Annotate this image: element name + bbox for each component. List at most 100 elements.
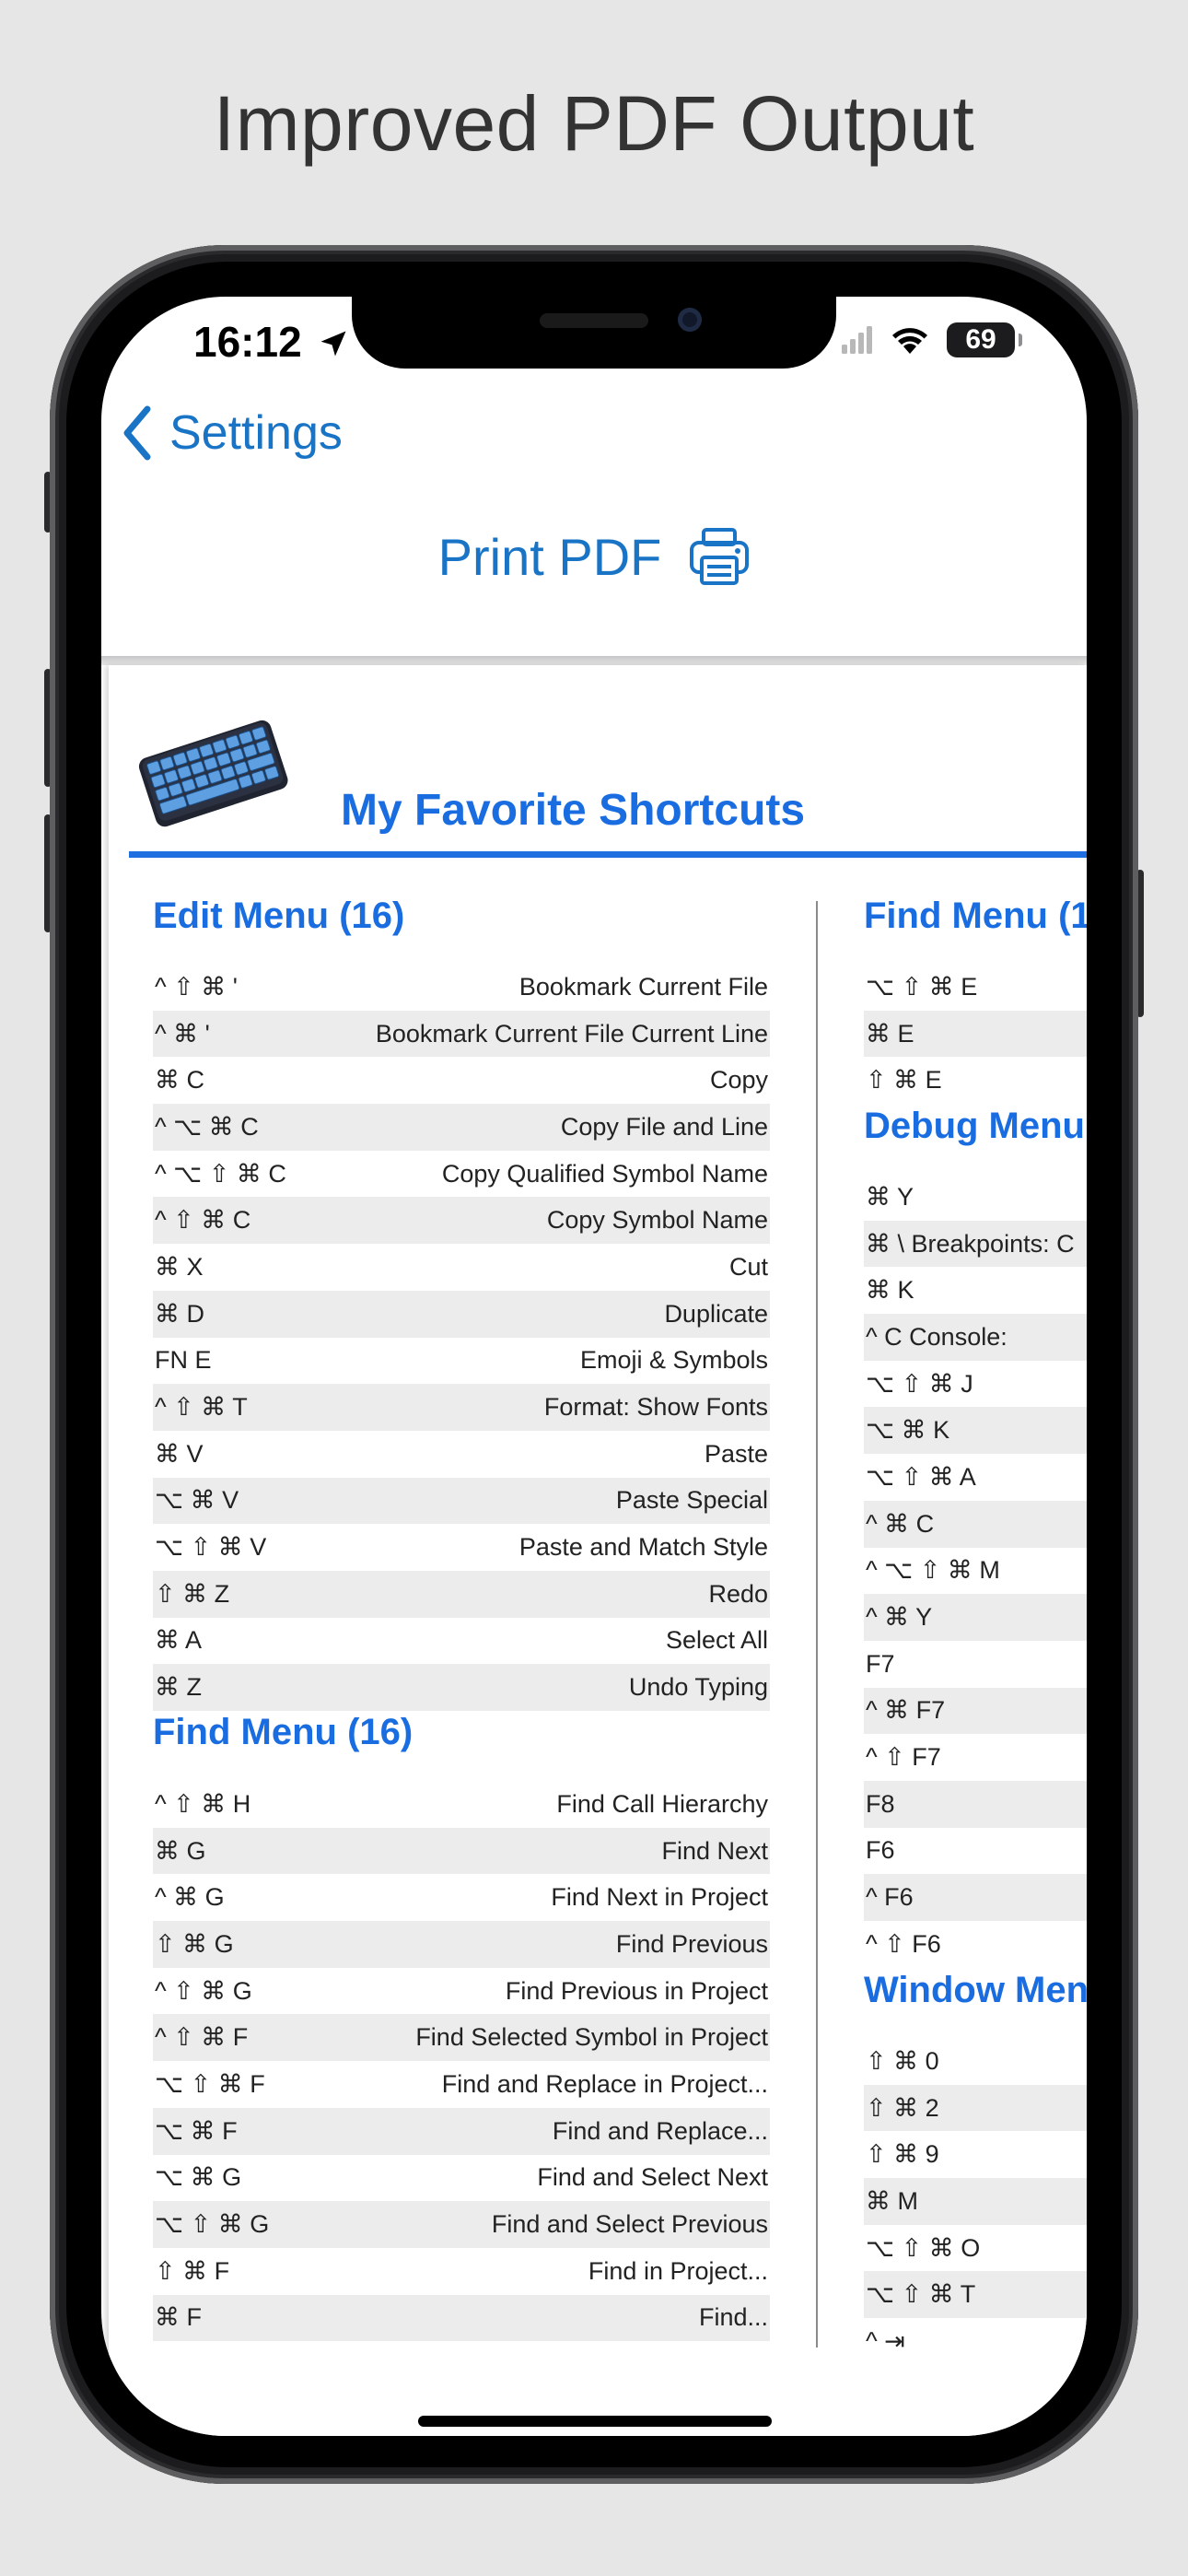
shortcut-row: ⌘ A Select All [153,1618,770,1665]
shortcut-keys: ⌥ ⇧ ⌘ A [866,1462,976,1491]
shortcut-row: ⌥ ⇧ ⌘ G Find and Select Previous [153,2201,770,2248]
shortcut-keys: ⇧ ⌘ 2 [866,2093,939,2122]
shortcut-row: ⌥ ⇧ ⌘ A [864,1454,1087,1501]
battery-indicator: 69 [947,322,1022,357]
shortcut-keys: ^ ⇧ F6 [866,1929,941,1958]
edit-menu-heading: Edit Menu (16) [153,896,405,936]
shortcut-keys: ^ ⇥ [866,2326,905,2355]
shortcut-description: Cut [728,1252,768,1281]
shortcut-keys: ⌥ ⇧ ⌘ O [866,2233,981,2262]
wifi-icon [892,328,927,354]
edit-menu-table: ^ ⇧ ⌘ ' Bookmark Current File ^ ⌘ ' Bookmar… [153,964,770,1711]
shortcut-description: Paste and Match Style [518,1533,768,1562]
shortcut-keys: ^ C Console: [866,1322,1007,1351]
shortcut-description: Copy File and Line [560,1112,768,1141]
find-menu-heading: Find Menu (16) [153,1712,413,1752]
shortcut-row: ^ ⌘ F7 [864,1687,1087,1735]
shortcut-description: Find Call Hierarchy [556,1789,768,1818]
signal-bars-icon [842,326,872,354]
shortcut-row: F7 [864,1641,1087,1688]
shortcut-keys: ^ ⇧ F7 [866,1743,941,1772]
shortcut-row: ⌥ ⇧ ⌘ O [864,2225,1087,2272]
status-time-text: 16:12 [193,318,302,366]
find-menu-table: ^ ⇧ ⌘ H Find Call Hierarchy ⌘ G Find Next ^ … [153,1781,770,2342]
shortcut-keys: ⌥ ⇧ ⌘ G [155,2210,270,2239]
battery-level: 69 [965,324,996,355]
shortcut-keys: ⌥ ⇧ ⌘ J [866,1369,973,1398]
shortcut-row: ^ ⌘ Y [864,1594,1087,1641]
pdf-preview[interactable]: My Favorite Shortcuts Edit Menu (16) ^ ⇧… [109,665,1087,2436]
shortcut-row: ^ ⇥ [864,2318,1087,2365]
shortcut-keys: ^ ⇧ ⌘ T [155,1393,248,1422]
home-indicator[interactable] [418,2416,772,2427]
shortcut-keys: ⇧ ⌘ 9 [866,2140,939,2169]
shortcut-description: Find and Replace... [552,2116,768,2145]
debug-menu-table: ⌘ Y ⌘ \ Breakpoints: C ⌘ K ^ C Console: ⌥ ⇧ … [864,1174,1087,1968]
shortcut-row: ^ ⇧ F6 [864,1921,1087,1968]
shortcut-description: Undo Typing [628,1673,768,1702]
shortcut-description: Find Next [661,1836,768,1865]
shortcut-description: Duplicate [664,1299,768,1328]
shortcut-row: ⌥ ⌘ G Find and Select Next [153,2155,770,2202]
shortcut-row: ⌥ ⌘ V Paste Special [153,1477,770,1525]
shortcut-row: ^ ⌥ ⇧ ⌘ C Copy Qualified Symbol Name [153,1151,770,1198]
shortcut-keys: F8 [866,1789,895,1818]
chevron-left-icon [123,405,151,461]
find-menu-heading-col2: Find Menu (1 [864,896,1087,936]
shortcut-row: ^ ⌥ ⌘ C Copy File and Line [153,1104,770,1151]
shortcut-row: ^ ⇧ ⌘ T Format: Show Fonts [153,1384,770,1431]
shortcut-row: ⇧ ⌘ F Find in Project... [153,2248,770,2295]
shortcut-description: Find... [698,2303,768,2332]
window-menu-table: ⇧ ⌘ 0 ⇧ ⌘ 2 ⇧ ⌘ 9 ⌘ M ⌥ ⇧ ⌘ O ⌥ ⇧ ⌘ T ^ ⇥ [864,2038,1087,2365]
shortcut-row: ^ ⇧ ⌘ H Find Call Hierarchy [153,1781,770,1828]
back-button[interactable]: Settings [122,405,343,461]
shortcut-keys: ^ ⇧ ⌘ C [155,1206,251,1235]
shortcut-row: F8 [864,1780,1087,1828]
status-indicators: 69 [842,322,1022,357]
shortcut-row: ^ ⌘ G Find Next in Project [153,1874,770,1921]
shortcut-description: Select All [665,1626,768,1655]
shortcut-keys: ⌘ E [866,1019,914,1048]
shortcut-row: ⌥ ⌘ F Find and Replace... [153,2107,770,2155]
shortcut-keys: ⌘ C [155,1066,204,1095]
shortcut-keys: ⌘ \ Breakpoints: C [866,1229,1075,1258]
shortcut-keys: ⌥ ⇧ ⌘ F [155,2069,265,2098]
second-column: Find Menu (1 ⌥ ⇧ ⌘ E ⌘ E ⇧ ⌘ E Debug Menu … [853,665,1087,2436]
location-arrow-icon [320,331,346,357]
back-label: Settings [169,406,343,460]
notch [352,297,836,369]
shortcut-keys: ⌘ V [155,1439,204,1468]
phone-screen: 16:12 69 Settings Print PDF My Favorite … [101,297,1087,2436]
shortcut-description: Find Previous in Project [505,1976,768,2005]
shortcut-row: ⌘ C Copy [153,1057,770,1104]
shortcut-description: Find and Replace in Project... [441,2069,768,2098]
shortcut-row: ⌥ ⇧ ⌘ F Find and Replace in Project... [153,2061,770,2108]
shortcut-keys: ⇧ ⌘ 0 [866,2046,939,2075]
shortcut-keys: ⌘ G [155,1836,206,1865]
shortcut-keys: ⌥ ⇧ ⌘ V [155,1533,267,1562]
shortcut-keys: ^ ⌘ F7 [866,1696,946,1725]
shortcut-row: ⌘ M [864,2178,1087,2225]
shortcut-keys: ⇧ ⌘ F [155,2256,230,2285]
print-pdf-button[interactable]: Print PDF [101,527,1087,587]
shortcut-description: Format: Show Fonts [543,1393,768,1422]
shortcut-keys: ^ ⌥ ⌘ C [155,1112,259,1141]
shortcut-keys: ⌥ ⌘ G [155,2163,242,2192]
shortcut-keys: ^ ⌘ Y [866,1603,933,1632]
shortcut-row: ⌘ X Cut [153,1244,770,1291]
header-divider [101,656,1087,665]
shortcut-row: ⌘ \ Breakpoints: C [864,1220,1087,1268]
shortcut-row: ⇧ ⌘ G Find Previous [153,1921,770,1968]
shortcut-keys: ^ ⌘ ' [155,1019,210,1048]
shortcut-description: Find Selected Symbol in Project [415,2023,768,2052]
shortcut-row: ^ ⇧ F7 [864,1734,1087,1781]
shortcut-description: Find and Select Previous [491,2210,768,2239]
shortcut-row: ^ ⇧ ⌘ F Find Selected Symbol in Project [153,2014,770,2062]
shortcut-keys: ⌘ F [155,2303,202,2332]
shortcut-row: ⌘ F Find... [153,2294,770,2342]
shortcut-row: ⇧ ⌘ 9 [864,2131,1087,2178]
shortcut-row: ⌘ D Duplicate [153,1290,770,1338]
shortcut-row: ⇧ ⌘ Z Redo [153,1570,770,1618]
shortcut-description: Copy [709,1066,768,1095]
shortcut-keys: ^ ⌥ ⇧ ⌘ M [866,1556,1000,1585]
